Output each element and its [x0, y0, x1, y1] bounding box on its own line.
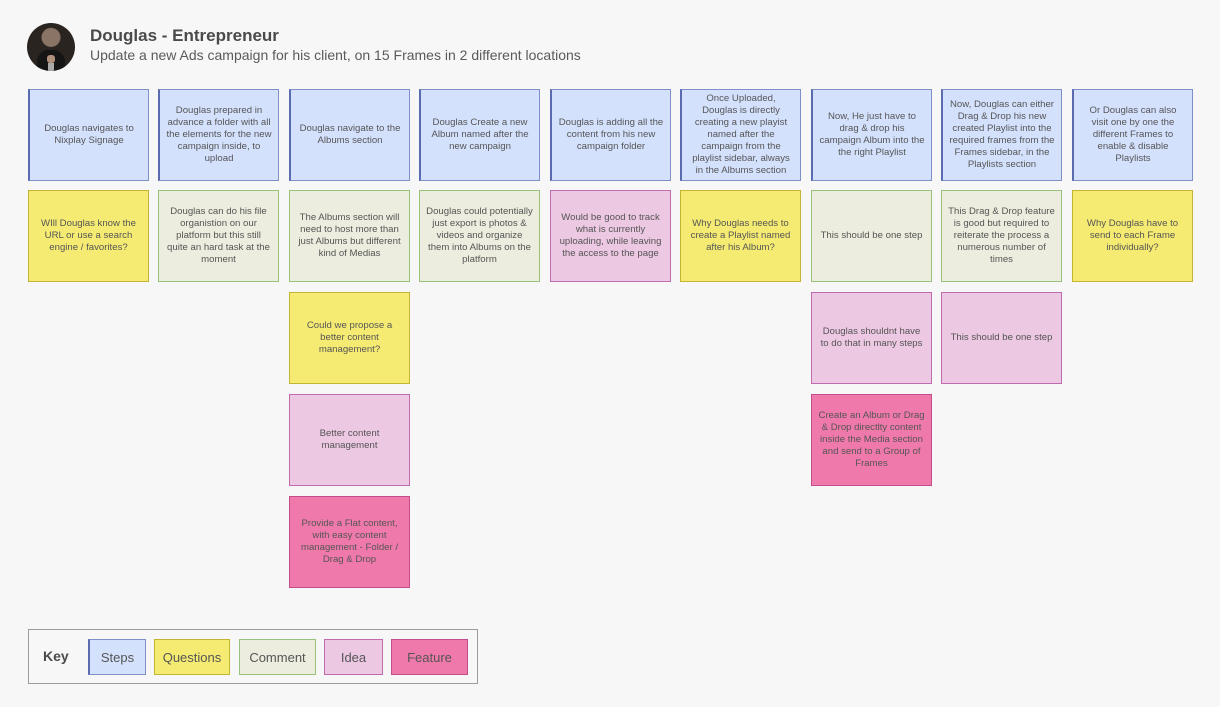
sticky-note-feature[interactable]: Provide a Flat content, with easy conten…: [289, 496, 410, 588]
sticky-note-text: Provide a Flat content, with easy conten…: [300, 518, 399, 565]
sticky-note-text: Douglas Create a new Album named after t…: [431, 117, 529, 152]
sticky-note-text: WIll Douglas know the URL or use a searc…: [41, 218, 136, 253]
sticky-note-steps[interactable]: Douglas navigates to Nixplay Signage: [28, 89, 149, 181]
sticky-note-text: This should be one step: [950, 332, 1053, 343]
sticky-note-text: The Albums section will need to host mor…: [298, 212, 401, 259]
sticky-note-text: Douglas could potentially just export is…: [426, 206, 533, 265]
sticky-note-steps[interactable]: Now, Douglas can either Drag & Drop his …: [941, 89, 1062, 181]
sticky-note-text: Why Douglas have to send to each Frame i…: [1086, 218, 1179, 253]
key-chip-questions: Questions: [154, 639, 230, 675]
sticky-note-text: Could we propose a better content manage…: [306, 320, 393, 355]
avatar: [27, 23, 75, 71]
key-chip-comment: Comment: [239, 639, 316, 675]
sticky-note-steps[interactable]: Once Uploaded, Douglas is directly creat…: [680, 89, 801, 181]
sticky-note-text: This should be one step: [820, 230, 923, 241]
key-chip-feature: Feature: [391, 639, 468, 675]
sticky-note-question[interactable]: Why Douglas have to send to each Frame i…: [1072, 190, 1193, 282]
sticky-note-text: Now, Douglas can either Drag & Drop his …: [949, 99, 1055, 170]
sticky-note-comment[interactable]: Douglas could potentially just export is…: [419, 190, 540, 282]
key-chip-idea: Idea: [324, 639, 383, 675]
sticky-note-text: Douglas navigate to the Albums section: [299, 123, 401, 146]
key-chip-steps: Steps: [88, 639, 146, 675]
sticky-note-comment[interactable]: This should be one step: [811, 190, 932, 282]
sticky-note-steps[interactable]: Douglas prepared in advance a folder wit…: [158, 89, 279, 181]
persona-title: Douglas - Entrepreneur: [90, 26, 279, 45]
persona-header: Douglas - Entrepreneur Update a new Ads …: [27, 23, 581, 71]
sticky-note-question[interactable]: WIll Douglas know the URL or use a searc…: [28, 190, 149, 282]
sticky-note-steps[interactable]: Douglas Create a new Album named after t…: [419, 89, 540, 181]
sticky-note-steps[interactable]: Douglas is adding all the content from h…: [550, 89, 671, 181]
avatar-hands: [47, 55, 55, 63]
sticky-note-question[interactable]: Could we propose a better content manage…: [289, 292, 410, 384]
sticky-note-idea[interactable]: This should be one step: [941, 292, 1062, 384]
sticky-note-text: Douglas shouldnt have to do that in many…: [820, 326, 923, 349]
sticky-note-text: Would be good to track what is currently…: [559, 212, 662, 259]
sticky-note-steps[interactable]: Douglas navigate to the Albums section: [289, 89, 410, 181]
sticky-note-text: Or Douglas can also visit one by one the…: [1089, 105, 1177, 164]
sticky-note-idea[interactable]: Would be good to track what is currently…: [550, 190, 671, 282]
sticky-note-text: Create an Album or Drag & Drop directlty…: [818, 410, 925, 469]
sticky-note-text: Now, He just have to drag & drop his cam…: [819, 111, 925, 158]
avatar-shirt: [48, 63, 54, 71]
sticky-note-text: Douglas is adding all the content from h…: [558, 117, 664, 152]
sticky-note-text: Douglas can do his file organistion on o…: [167, 206, 270, 265]
legend-key: Key Steps Questions Comment Idea Feature: [28, 629, 478, 684]
sticky-note-steps[interactable]: Or Douglas can also visit one by one the…: [1072, 89, 1193, 181]
sticky-note-comment[interactable]: This Drag & Drop feature is good but req…: [941, 190, 1062, 282]
sticky-note-text: Better content management: [319, 428, 380, 451]
persona-text: Douglas - Entrepreneur Update a new Ads …: [90, 26, 581, 64]
key-label: Key: [43, 648, 69, 664]
sticky-note-question[interactable]: Why Douglas needs to create a Playlist n…: [680, 190, 801, 282]
sticky-note-idea[interactable]: Douglas shouldnt have to do that in many…: [811, 292, 932, 384]
sticky-note-text: Why Douglas needs to create a Playlist n…: [690, 218, 791, 253]
sticky-note-steps[interactable]: Now, He just have to drag & drop his cam…: [811, 89, 932, 181]
sticky-note-comment[interactable]: The Albums section will need to host mor…: [289, 190, 410, 282]
sticky-note-text: Once Uploaded, Douglas is directly creat…: [692, 93, 790, 176]
sticky-note-text: This Drag & Drop feature is good but req…: [948, 206, 1055, 265]
sticky-note-text: Douglas navigates to Nixplay Signage: [44, 123, 134, 146]
sticky-note-feature[interactable]: Create an Album or Drag & Drop directlty…: [811, 394, 932, 486]
persona-subtitle: Update a new Ads campaign for his client…: [90, 47, 581, 63]
sticky-note-comment[interactable]: Douglas can do his file organistion on o…: [158, 190, 279, 282]
sticky-note-idea[interactable]: Better content management: [289, 394, 410, 486]
sticky-note-text: Douglas prepared in advance a folder wit…: [166, 105, 272, 164]
